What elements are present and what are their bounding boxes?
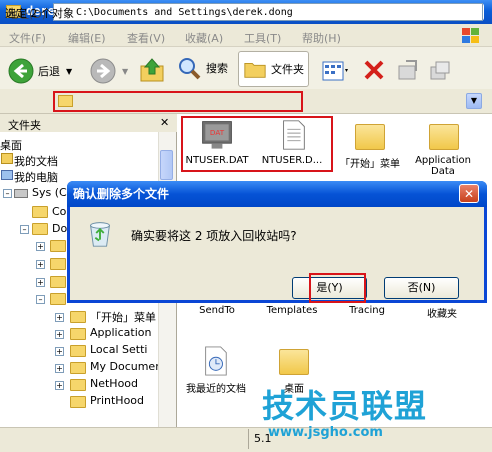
recycle-bin-icon [90,222,110,247]
status-selection: 选定 2 个对象 [5,7,74,20]
recent-documents-icon[interactable] [200,345,230,377]
move-to-icon[interactable] [396,58,420,82]
file-my-recent-documents[interactable]: 我最近的文档 [184,380,248,395]
file-sendto[interactable]: SendTo [185,305,249,316]
folder-icon [70,396,86,408]
dialog-message: 确实要将这 2 项放入回收站吗? [131,229,297,243]
back-button[interactable]: 后退 ▼ [8,55,72,87]
folders-label: 文件夹 [271,63,304,76]
file-favorites[interactable]: 收藏夹 [410,305,474,320]
tree-expander[interactable]: + [36,278,45,287]
folders-button[interactable]: 文件夹 [238,51,309,87]
folder-icon [50,258,66,270]
folder-icon [50,240,66,252]
folder-icon[interactable] [355,124,385,150]
folder-icon [50,293,66,305]
tree-expander[interactable]: + [55,364,64,373]
status-bar [0,427,492,452]
close-icon[interactable]: ✕ [160,116,169,129]
back-arrow-icon [8,58,34,84]
tree-item-sys-drive[interactable]: Sys (C [32,186,67,199]
address-path: C:\Documents and Settings\derek.dong [76,7,293,18]
status-divider [248,429,249,449]
watermark-logo-text: 技术员联盟 [262,387,428,425]
file-tracing[interactable]: Tracing [336,305,398,316]
documents-icon [1,153,13,164]
tree-item-printhood[interactable]: PrintHood [90,394,144,407]
tree-item-local-settings[interactable]: Local Setti [90,343,147,356]
tree-item-desktop[interactable]: 桌面 [0,137,22,153]
up-folder-icon[interactable] [138,56,166,84]
watermark-url: www.jsgho.com [268,425,383,440]
folder-pane-title: 文件夹 [8,119,41,132]
tree-expander[interactable]: + [55,347,64,356]
tree-item-start-menu[interactable]: 「开始」菜单 [90,309,156,325]
menu-view[interactable]: 查看(V) [127,30,165,46]
menu-edit[interactable]: 编辑(E) [68,30,106,46]
tree-expander[interactable]: – [36,295,45,304]
tree-expander[interactable]: + [36,260,45,269]
scrollbar-thumb[interactable] [160,150,173,180]
folder-icon [70,328,86,340]
folder-icon [70,379,86,391]
search-button[interactable]: 搜索 [176,52,228,84]
tree-expander[interactable]: + [55,381,64,390]
folder-icon [32,223,48,235]
menu-help[interactable]: 帮助(H) [302,30,341,46]
folder-icon [32,206,48,218]
forward-arrow-icon [90,58,116,84]
selection-highlight-box [181,116,333,172]
search-icon [179,58,201,80]
tree-item-my-computer[interactable]: 我的电脑 [14,169,58,185]
forward-button[interactable]: ▼ [90,55,128,87]
windows-logo-icon [462,28,479,43]
address-highlight-box [53,91,303,112]
folder-icon [70,311,86,323]
folder-icon[interactable] [279,349,309,375]
folder-icon [244,63,266,78]
tree-expander[interactable]: + [36,242,45,251]
menu-tools[interactable]: 工具(T) [244,30,281,46]
copy-to-icon[interactable] [428,58,452,82]
tree-item-my-documents[interactable]: 我的文档 [14,153,58,169]
yes-button-highlight-box [309,273,366,303]
chevron-down-icon[interactable]: ▼ [66,67,72,76]
back-label: 后退 [38,65,60,78]
folder-icon [50,276,66,288]
menu-favorites[interactable]: 收藏(A) [185,30,223,46]
dialog-title: 确认删除多个文件 [73,187,170,201]
tree-expander[interactable]: – [20,225,29,234]
tree-expander[interactable]: + [55,330,64,339]
tree-item-application[interactable]: Application [90,326,151,339]
tree-item-nethood[interactable]: NetHood [90,377,138,390]
folder-icon [70,362,86,374]
delete-icon[interactable] [362,58,386,82]
menu-file[interactable]: 文件(F) [9,30,46,46]
address-dropdown-button[interactable]: ▼ [466,93,482,109]
search-label: 搜索 [206,62,228,75]
file-start-menu[interactable]: 「开始」菜单 [340,155,400,170]
tree-item-my-documents-sub[interactable]: My Document [90,360,166,373]
computer-icon [1,170,13,180]
drive-icon [14,189,28,198]
folder-icon [70,345,86,357]
file-application-data[interactable]: Application Data [405,155,481,177]
tree-expander[interactable]: – [3,189,12,198]
view-grid-icon[interactable] [322,60,348,82]
file-templates[interactable]: Templates [258,305,326,316]
tree-expander[interactable]: + [55,313,64,322]
dialog-close-button[interactable]: ✕ [459,184,479,203]
folder-icon[interactable] [429,124,459,150]
no-button[interactable]: 否(N) [384,277,459,299]
chevron-down-icon[interactable]: ▼ [122,67,128,76]
